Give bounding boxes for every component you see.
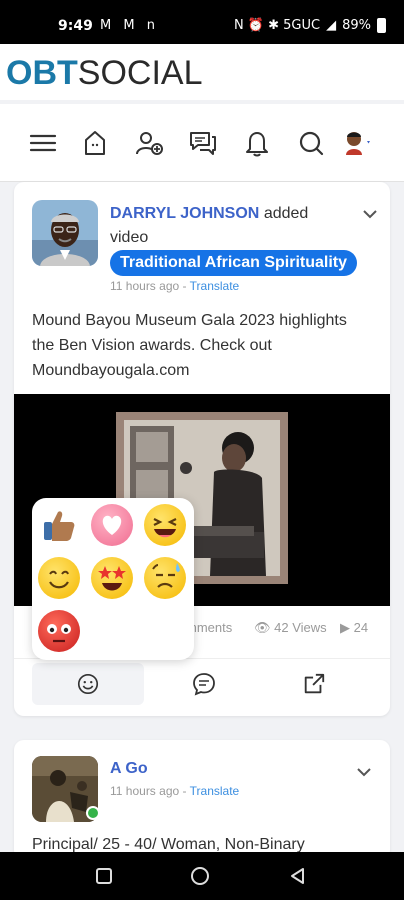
notification-icons: M M n [100,18,159,33]
meta-separator: - [182,784,187,798]
app-logo[interactable]: OBTSOCIAL [6,54,203,93]
sad-icon[interactable] [144,557,186,599]
recents-icon[interactable] [94,866,114,891]
laughing-icon[interactable] [144,504,186,546]
status-time: 9:49 [58,18,93,34]
author-name[interactable]: A Go [110,760,148,778]
post-time: 11 hours ago [110,784,180,798]
add-friend-icon[interactable] [134,128,164,158]
post-meta: 11 hours ago - Translate [110,279,239,293]
smile-icon[interactable] [38,557,80,599]
signal-icon: ◢ [326,18,337,33]
star-struck-icon[interactable] [91,557,133,599]
chevron-down-icon[interactable] [356,764,372,780]
meta-separator: - [182,279,187,293]
author-name[interactable]: DARRYL JOHNSON [110,205,259,222]
battery-icon [377,18,386,33]
post-text: Mound Bayou Museum Gala 2023 highlights … [32,312,347,379]
post-action: added [263,205,309,222]
eye-icon: 👁 [254,620,271,635]
share-button[interactable] [284,663,344,705]
post-action-object: video [110,229,149,246]
post-time: 11 hours ago [110,279,180,293]
app-header: OBTSOCIAL [0,44,404,100]
post-meta: 11 hours ago - Translate [110,784,239,798]
top-navigation [0,104,404,182]
group-badge[interactable]: Traditional African Spirituality [110,250,357,276]
back-icon[interactable] [288,866,308,891]
profile-avatar[interactable] [342,128,372,158]
views-label: 42 Views [274,620,327,635]
smiley-icon [77,673,99,695]
logo-social: SOCIAL [77,54,203,92]
system-nav-bar [0,852,404,900]
thumbs-up-icon[interactable] [38,504,80,546]
battery-level: 89% [342,18,371,33]
share-icon [304,673,325,694]
post-actions [14,658,390,708]
menu-icon[interactable] [28,128,58,158]
post-header: DARRYL JOHNSON added video [110,202,308,250]
post-card: A Go 11 hours ago - Translate Principal/… [14,740,390,860]
react-button[interactable] [32,663,144,705]
translate-link[interactable]: Translate [190,279,240,293]
play-icon: ▶ [340,620,350,635]
online-indicator [86,806,100,820]
author-avatar[interactable] [32,200,98,266]
heart-icon[interactable] [91,504,133,546]
status-indicators: N ⏰ ✱ 5GUC [233,18,321,33]
chevron-down-icon[interactable] [362,206,378,222]
home-button-icon[interactable] [190,866,210,891]
search-icon[interactable] [296,128,326,158]
shares-label: 24 [353,620,369,635]
home-icon[interactable] [80,128,110,158]
notifications-icon[interactable] [242,128,272,158]
reaction-picker [32,498,194,660]
comment-icon [193,673,215,696]
logo-obt: OBT [6,54,78,92]
status-right: N ⏰ ✱ 5GUC ◢ 89% [234,18,386,33]
translate-link[interactable]: Translate [190,784,240,798]
comment-button[interactable] [174,663,234,705]
shares-count: ▶ 24 [340,620,368,636]
angry-icon[interactable] [38,610,80,652]
views-count: 👁 42 Views [254,620,327,636]
messages-icon[interactable] [188,128,218,158]
